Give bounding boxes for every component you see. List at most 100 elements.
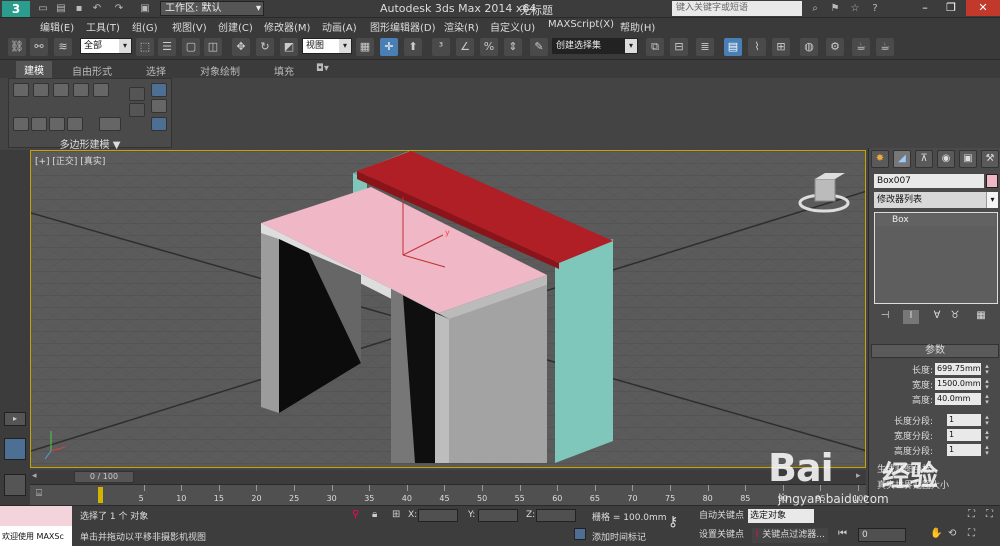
- tab-object-paint[interactable]: 对象绘制: [200, 63, 240, 78]
- width-field[interactable]: 1500.0mm: [935, 378, 981, 390]
- scale-icon[interactable]: ◩: [280, 38, 298, 56]
- tab-modeling[interactable]: 建模: [16, 61, 52, 78]
- object-name-field[interactable]: Box007: [874, 174, 984, 188]
- tab-freeform[interactable]: 自由形式: [72, 63, 112, 78]
- set-key-button[interactable]: 设置关键点: [696, 528, 747, 543]
- rotate-icon[interactable]: ↻: [256, 38, 274, 56]
- hierarchy-tab-icon[interactable]: ⊼: [915, 150, 933, 168]
- time-tag-icon[interactable]: [574, 528, 586, 540]
- ribbon-panel-label[interactable]: 多边形建模 ▼: [8, 136, 172, 151]
- go-to-start-icon[interactable]: ⏮: [838, 528, 847, 539]
- maxscript-welcome[interactable]: 欢迎使用 MAXSc: [0, 526, 72, 546]
- key-filters-button[interactable]: ⌇ 关键点过滤器...: [752, 528, 828, 543]
- viewport-label[interactable]: [+] [正交] [真实]: [35, 154, 105, 167]
- selection-filter-dropdown[interactable]: 全部 ▾: [80, 38, 132, 54]
- expand-arrow-icon[interactable]: ▸: [4, 412, 26, 426]
- pivot-center-icon[interactable]: ▦: [356, 38, 374, 56]
- pan-view-icon[interactable]: ✋: [930, 528, 942, 539]
- app-logo-icon[interactable]: 3: [2, 1, 30, 17]
- stack-item-box[interactable]: Box: [876, 214, 996, 226]
- bind-space-warp-icon[interactable]: ≋: [54, 38, 72, 56]
- open-file-icon[interactable]: ▤: [54, 2, 68, 16]
- binoculars-icon[interactable]: ⌕: [808, 2, 822, 16]
- grow-icon[interactable]: [99, 117, 121, 131]
- menu-view[interactable]: 视图(V): [172, 19, 207, 34]
- render-production-icon[interactable]: ☕: [876, 38, 894, 56]
- length-segs-field[interactable]: 1: [947, 414, 981, 426]
- by-angle-icon[interactable]: [49, 117, 65, 131]
- zoom-extents-icon[interactable]: ⛶: [968, 509, 975, 520]
- align-icon[interactable]: ⊟: [670, 38, 688, 56]
- menu-rendering[interactable]: 渲染(R): [444, 19, 479, 34]
- make-unique-icon[interactable]: [151, 117, 167, 131]
- pin-stack-icon[interactable]: ⊣: [877, 310, 893, 324]
- shrink-icon[interactable]: [67, 117, 83, 131]
- named-selection-dropdown[interactable]: 创建选择集 ▾: [552, 38, 638, 54]
- prev-frame-icon[interactable]: ◂: [32, 471, 37, 481]
- viewport-layout-icon[interactable]: [4, 438, 26, 460]
- width-segs-spinner[interactable]: ▴ ▾: [983, 429, 991, 442]
- redo-icon[interactable]: ↷: [112, 2, 126, 16]
- angle-snap-icon[interactable]: ∠: [456, 38, 474, 56]
- width-spinner[interactable]: ▴ ▾: [983, 378, 991, 391]
- length-segs-spinner[interactable]: ▴ ▾: [983, 414, 991, 427]
- menu-modifiers[interactable]: 修改器(M): [264, 19, 310, 34]
- percent-snap-icon[interactable]: %: [480, 38, 498, 56]
- menu-maxscript[interactable]: MAXScript(X): [548, 19, 614, 30]
- x-coordinate-field[interactable]: [418, 509, 458, 522]
- scene-explorer-icon[interactable]: ▤: [724, 38, 742, 56]
- orbit-icon[interactable]: ⟲: [948, 528, 956, 539]
- element-icon[interactable]: [93, 83, 109, 97]
- menu-group[interactable]: 组(G): [132, 19, 158, 34]
- show-end-result-icon[interactable]: [151, 99, 167, 113]
- height-spinner[interactable]: ▴ ▾: [983, 393, 991, 406]
- help-search-input[interactable]: 键入关键字或短语: [672, 1, 802, 16]
- next-frame-icon[interactable]: ▸: [856, 471, 861, 481]
- modifier-list-dropdown[interactable]: 修改器列表 ▾: [874, 192, 998, 208]
- menu-graph-editors[interactable]: 图形编辑器(D): [370, 19, 436, 34]
- current-frame-field[interactable]: 0: [858, 528, 906, 542]
- mini-curve-editor-icon[interactable]: ⌸: [36, 488, 50, 501]
- snaps-toggle-icon[interactable]: ³: [432, 38, 450, 56]
- move-icon[interactable]: ✥: [232, 38, 250, 56]
- render-setup-icon[interactable]: ⚙: [826, 38, 844, 56]
- time-slider[interactable]: 0 / 100: [74, 471, 134, 483]
- workspace-dropdown[interactable]: 工作区: 默认 ▾: [160, 1, 264, 16]
- border-icon[interactable]: [53, 83, 69, 97]
- rectangle-region-icon[interactable]: ▢: [182, 38, 200, 56]
- unlink-icon[interactable]: ⚯: [30, 38, 48, 56]
- restore-button[interactable]: ❐: [938, 0, 964, 16]
- reference-coordinate-dropdown[interactable]: 视图 ▾: [302, 38, 352, 54]
- schematic-view-icon[interactable]: ⊞: [772, 38, 790, 56]
- configure-modifier-sets-icon[interactable]: ▦: [973, 310, 989, 324]
- menu-create[interactable]: 创建(C): [218, 19, 253, 34]
- menu-animation[interactable]: 动画(A): [322, 19, 357, 34]
- utilities-tab-icon[interactable]: ⚒: [981, 150, 999, 168]
- polygon-icon[interactable]: [73, 83, 89, 97]
- select-link-icon[interactable]: ⛓: [8, 38, 26, 56]
- current-frame-marker[interactable]: [98, 487, 103, 503]
- length-spinner[interactable]: ▴ ▾: [983, 363, 991, 376]
- y-coordinate-field[interactable]: [478, 509, 518, 522]
- motion-tab-icon[interactable]: ◉: [937, 150, 955, 168]
- absolute-mode-icon[interactable]: ⊞: [392, 509, 400, 520]
- length-field[interactable]: 699.75mm: [935, 363, 981, 375]
- subscription-icon[interactable]: ⚑: [828, 2, 842, 16]
- menu-customize[interactable]: 自定义(U): [490, 19, 535, 34]
- perspective-viewport[interactable]: y [+] [正交] [真实]: [30, 150, 866, 468]
- menu-edit[interactable]: 编辑(E): [40, 19, 74, 34]
- create-tab-icon[interactable]: ✸: [871, 150, 889, 168]
- menu-tools[interactable]: 工具(T): [86, 19, 120, 34]
- make-unique-icon[interactable]: ∀: [929, 310, 945, 324]
- menu-help[interactable]: 帮助(H): [620, 19, 655, 34]
- track-bar[interactable]: ⌸ 5 10 15 20 25 30 35 40 45 50 55 60 65 70 75 80 85 90 95 1…: [30, 484, 868, 505]
- maxscript-listener-box[interactable]: [0, 506, 72, 526]
- gen-mapping-checkbox[interactable]: 生成贴图坐标: [877, 462, 931, 475]
- lock-selection-icon[interactable]: 🔒︎: [372, 509, 377, 520]
- height-segs-spinner[interactable]: ▴ ▾: [983, 444, 991, 457]
- modify-tab-icon[interactable]: ◢: [893, 150, 911, 168]
- help-icon[interactable]: ?: [868, 2, 882, 16]
- project-folder-icon[interactable]: ▣: [138, 2, 152, 16]
- stack-up-icon[interactable]: [129, 87, 145, 101]
- vertex-icon[interactable]: [13, 83, 29, 97]
